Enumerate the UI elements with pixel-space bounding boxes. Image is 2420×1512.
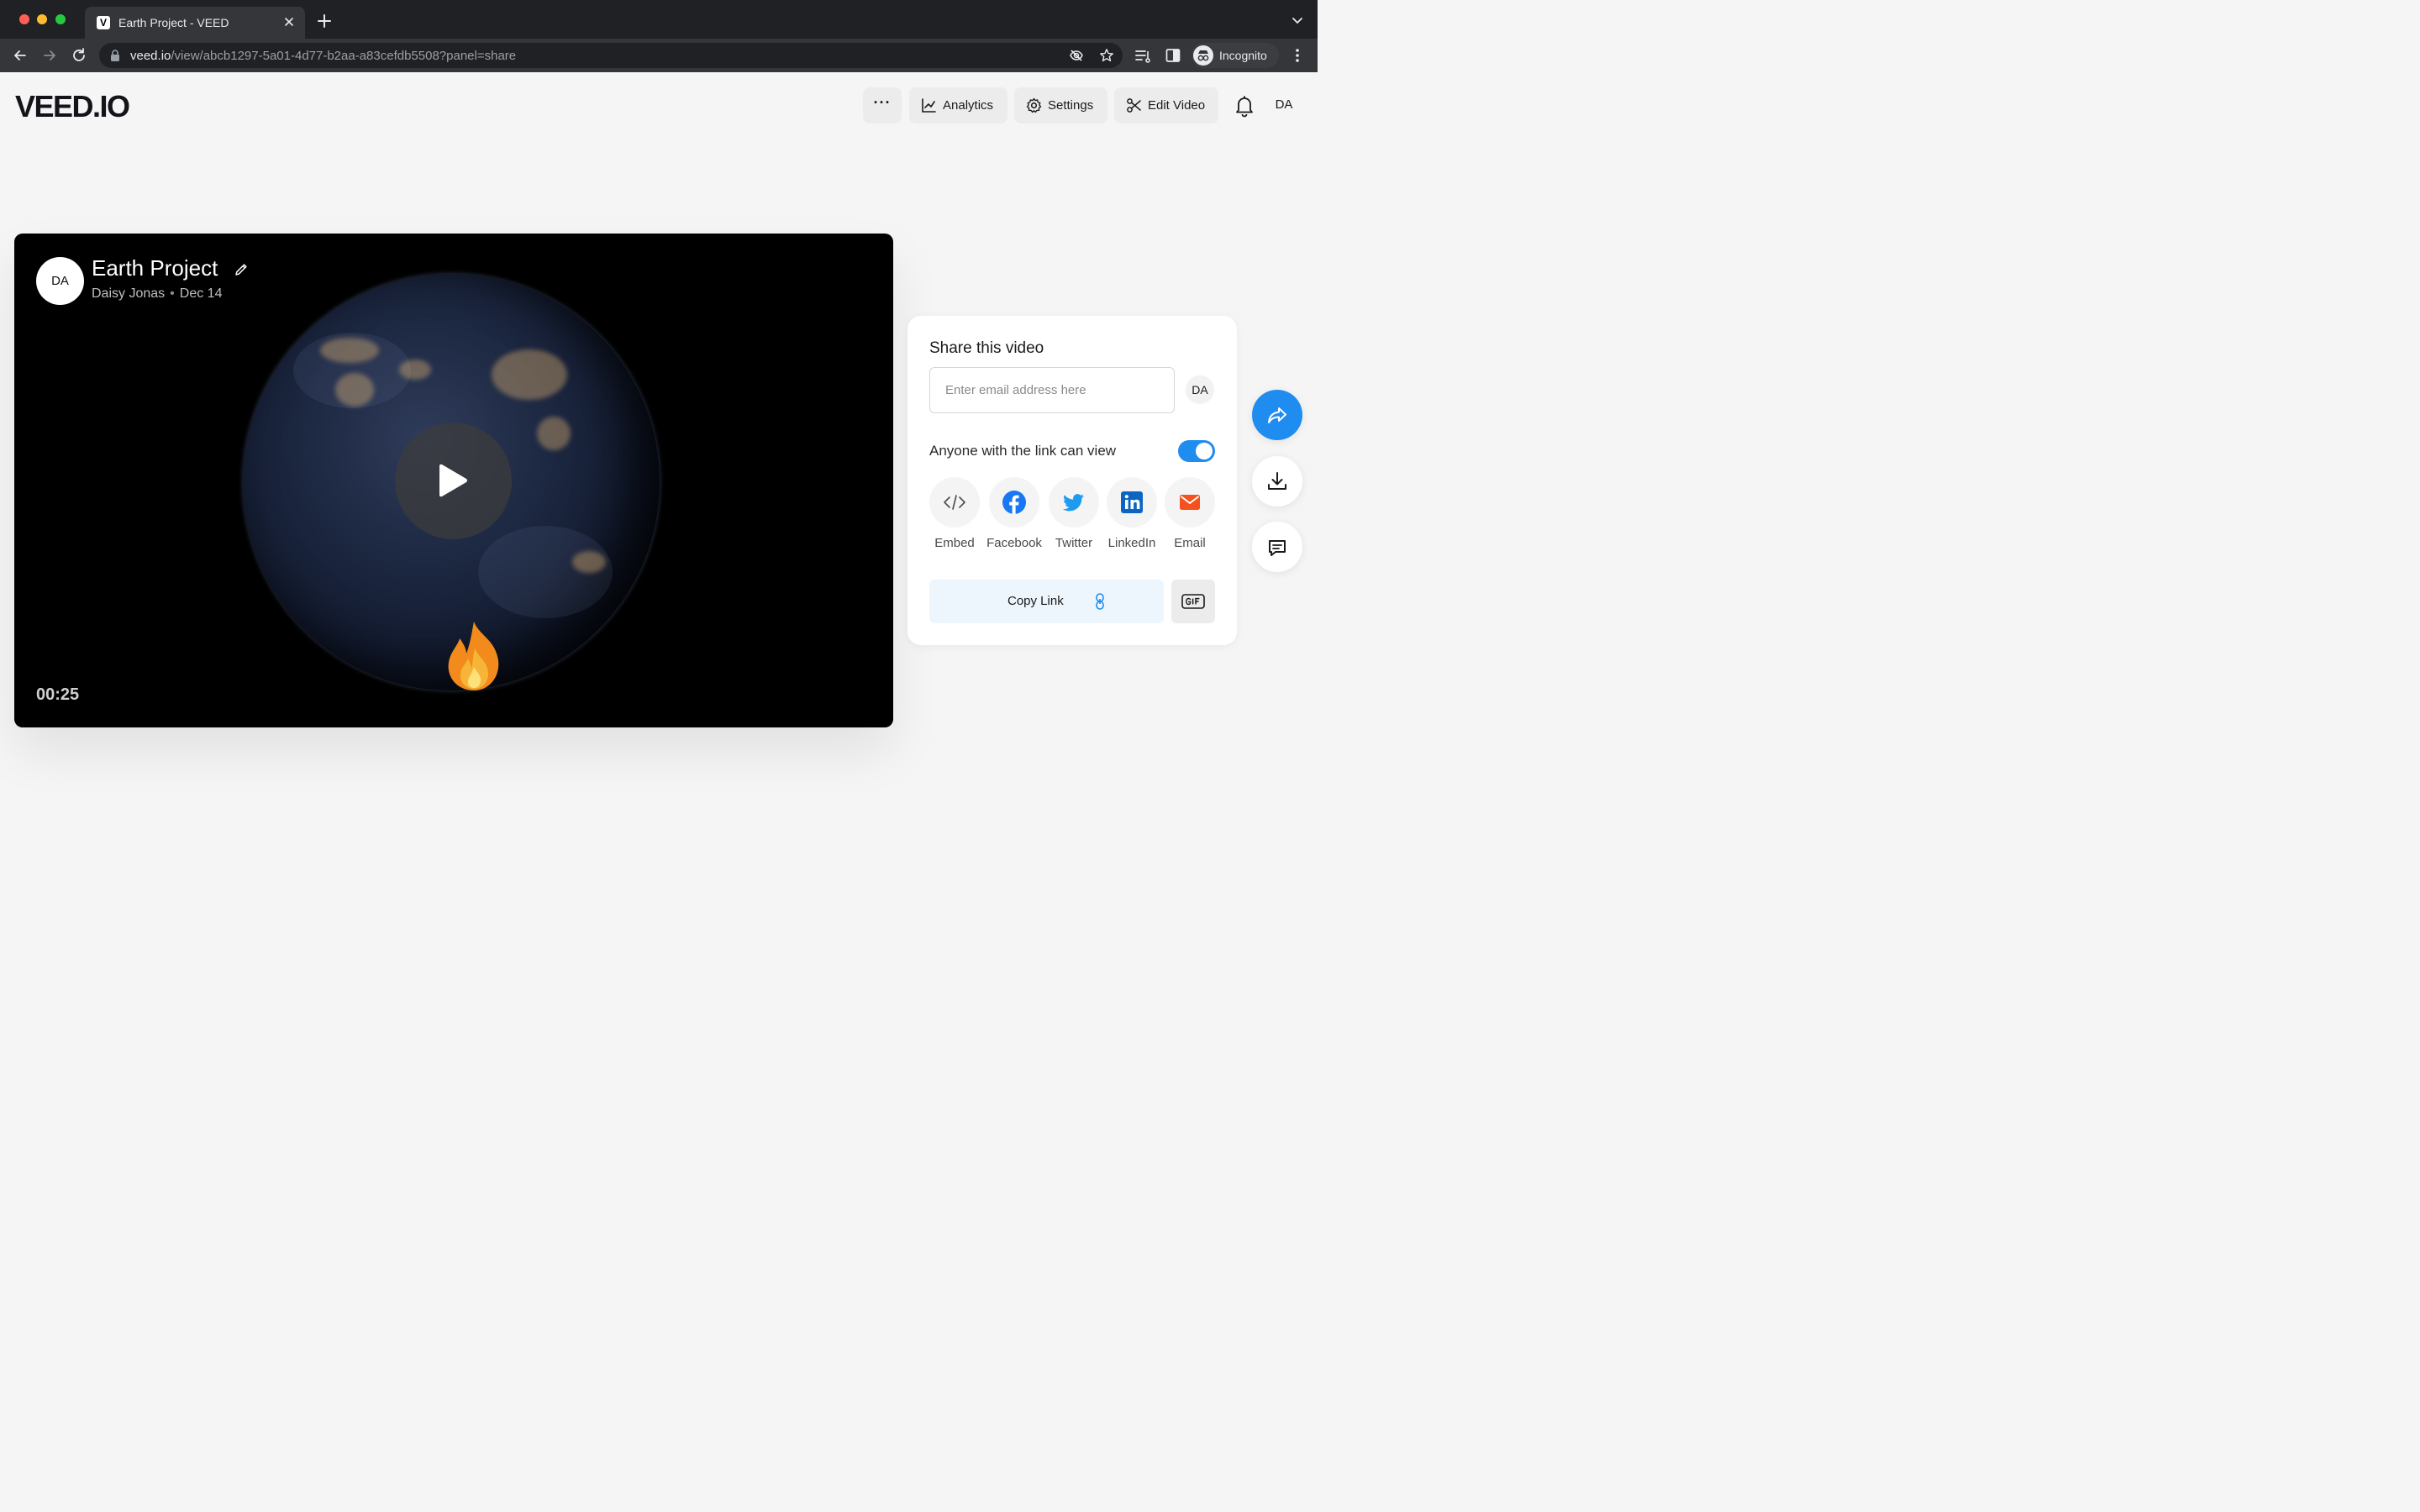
copy-link-button[interactable]: Copy Link <box>929 580 1164 623</box>
share-arrow-icon <box>1268 407 1286 423</box>
video-duration: 00:25 <box>36 685 80 704</box>
city-lights <box>399 360 431 380</box>
lock-icon[interactable] <box>110 50 120 61</box>
side-panel-icon[interactable] <box>1165 47 1181 64</box>
link-permission-toggle[interactable] <box>1178 440 1215 462</box>
share-embed-label: Embed <box>934 536 975 550</box>
scissors-icon <box>1126 97 1142 113</box>
incognito-icon <box>1193 45 1213 66</box>
creator-avatar[interactable]: DA <box>36 257 84 305</box>
share-email-label: Email <box>1174 536 1206 550</box>
fire-reaction-icon <box>441 620 507 692</box>
gif-icon <box>1181 593 1205 610</box>
share-fab-button[interactable] <box>1252 390 1302 440</box>
edit-video-button[interactable]: Edit Video <box>1114 87 1218 123</box>
comment-bubble-icon <box>1269 540 1286 556</box>
more-dots-icon: ··· <box>873 94 892 111</box>
address-bar[interactable]: veed.io/view/abcb1297-5a01-4d77-b2aa-a83… <box>99 43 1123 68</box>
share-linkedin-circle <box>1107 477 1157 528</box>
video-date: Dec 14 <box>179 286 223 301</box>
tab-close-icon[interactable] <box>281 14 297 29</box>
city-lights <box>537 417 571 450</box>
city-lights <box>320 338 379 363</box>
reload-icon[interactable] <box>70 46 88 65</box>
analytics-chart-icon <box>921 97 937 113</box>
notifications-bell-icon[interactable] <box>1234 94 1255 118</box>
edit-video-label: Edit Video <box>1148 98 1206 113</box>
gear-icon <box>1026 97 1042 113</box>
linkedin-icon <box>1121 491 1143 513</box>
share-facebook-circle <box>989 477 1039 528</box>
url-text: veed.io/view/abcb1297-5a01-4d77-b2aa-a83… <box>130 49 516 63</box>
share-panel: Share this video DA Anyone with the link… <box>908 316 1237 645</box>
link-permission-label: Anyone with the link can view <box>929 443 1117 459</box>
analytics-button[interactable]: Analytics <box>909 87 1007 123</box>
share-linkedin-label: LinkedIn <box>1107 536 1156 550</box>
video-meta: Daisy Jonas • Dec 14 <box>92 286 222 302</box>
more-options-button[interactable]: ··· <box>863 87 902 123</box>
user-avatar[interactable]: DA <box>1269 97 1299 112</box>
city-lights <box>492 349 567 400</box>
browser-tab-active[interactable]: V Earth Project - VEED <box>85 7 305 39</box>
reading-list-icon[interactable] <box>1134 47 1151 64</box>
meta-separator: • <box>170 286 175 301</box>
eye-off-icon[interactable] <box>1069 48 1084 63</box>
code-icon <box>944 495 965 510</box>
download-fab-button[interactable] <box>1252 456 1302 507</box>
share-facebook-label: Facebook <box>986 536 1042 550</box>
url-path: /view/abcb1297-5a01-4d77-b2aa-a83cefdb55… <box>171 49 517 63</box>
city-lights <box>335 373 374 407</box>
share-email-circle <box>1165 477 1215 528</box>
window-zoom-button[interactable] <box>55 14 66 24</box>
twitter-icon <box>1062 494 1084 512</box>
veed-logo[interactable]: VEED.IO <box>15 89 130 124</box>
settings-label: Settings <box>1048 98 1094 113</box>
city-lights <box>572 551 606 573</box>
window-minimize-button[interactable] <box>37 14 47 24</box>
video-author: Daisy Jonas <box>92 286 166 301</box>
edit-title-pencil-icon[interactable] <box>234 262 249 277</box>
browser-toolbar: veed.io/view/abcb1297-5a01-4d77-b2aa-a83… <box>0 39 1318 72</box>
settings-button[interactable]: Settings <box>1014 87 1107 123</box>
star-icon[interactable] <box>1099 48 1114 63</box>
incognito-label: Incognito <box>1219 49 1267 62</box>
play-button[interactable] <box>395 423 512 539</box>
tab-menu-chevron-icon[interactable] <box>1291 13 1304 27</box>
video-title: Earth Project <box>92 255 218 281</box>
back-icon[interactable] <box>11 46 29 65</box>
window-close-button[interactable] <box>19 14 29 24</box>
facebook-icon <box>1002 491 1026 514</box>
download-icon <box>1268 472 1286 490</box>
comment-fab-button[interactable] <box>1252 522 1302 572</box>
url-host: veed.io <box>130 49 171 63</box>
toggle-knob <box>1196 443 1213 459</box>
play-icon <box>439 464 467 497</box>
link-chain-icon <box>1094 593 1106 610</box>
share-twitter-label: Twitter <box>1055 536 1093 550</box>
incognito-profile-button[interactable]: Incognito <box>1192 43 1279 68</box>
mail-icon <box>1180 495 1200 510</box>
share-embed-circle <box>929 477 980 528</box>
video-player[interactable]: DA Earth Project Daisy Jonas • Dec 14 00:2… <box>14 234 893 727</box>
email-input[interactable] <box>929 367 1175 413</box>
browser-tab-bar: V Earth Project - VEED <box>0 0 1318 39</box>
share-twitter-circle <box>1049 477 1099 528</box>
tab-title: Earth Project - VEED <box>118 16 229 29</box>
share-panel-title: Share this video <box>929 339 1044 357</box>
forward-icon[interactable] <box>40 46 59 65</box>
analytics-label: Analytics <box>943 98 994 113</box>
copy-link-label: Copy Link <box>1007 594 1064 608</box>
new-tab-plus-icon[interactable] <box>315 12 334 30</box>
more-vert-icon[interactable] <box>1290 47 1305 64</box>
gif-button[interactable] <box>1171 580 1215 623</box>
share-user-avatar[interactable]: DA <box>1186 375 1214 404</box>
veed-favicon-icon: V <box>97 16 110 29</box>
